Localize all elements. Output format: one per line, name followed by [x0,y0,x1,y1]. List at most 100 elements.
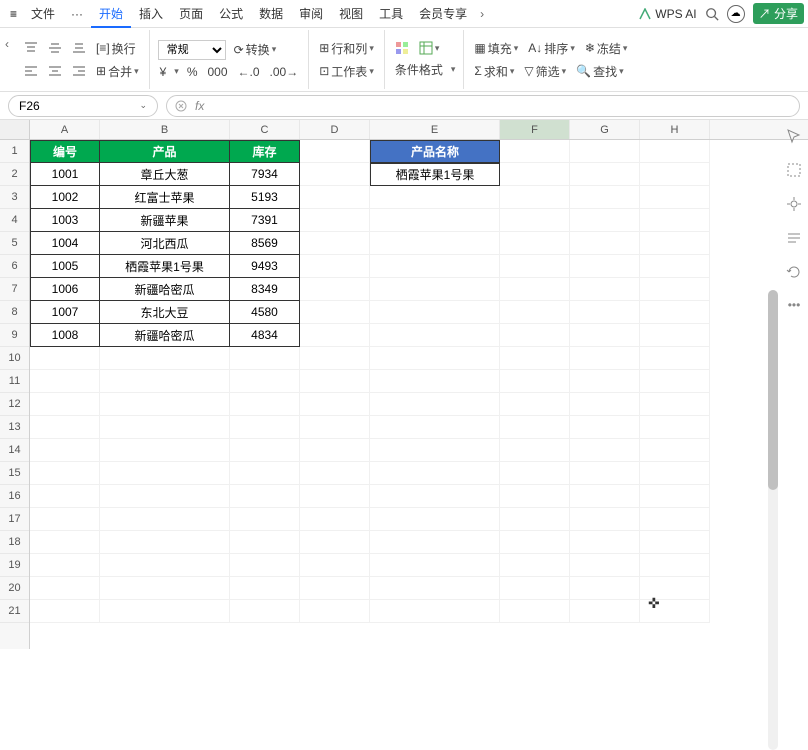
cell[interactable] [500,278,570,301]
cell[interactable] [230,393,300,416]
cell[interactable] [300,554,370,577]
tab-tools[interactable]: 工具 [371,0,411,28]
cell[interactable]: 1004 [30,232,100,255]
cell[interactable] [500,600,570,623]
cell[interactable] [570,278,640,301]
cell[interactable] [570,531,640,554]
select-all-corner[interactable] [0,120,29,140]
cell[interactable] [570,508,640,531]
percent-button[interactable]: % [185,64,200,80]
wps-ai-button[interactable]: WPS AI [639,7,696,21]
currency-button[interactable]: ¥ [158,64,169,80]
cell[interactable]: 4834 [230,324,300,347]
cell[interactable] [500,554,570,577]
fx-icon[interactable]: fx [195,99,204,113]
tab-start[interactable]: 开始 [91,0,131,28]
row-header[interactable]: 5 [0,232,29,255]
cell[interactable] [500,347,570,370]
tab-formula[interactable]: 公式 [211,0,251,28]
cell[interactable] [370,485,500,508]
worksheet-button[interactable]: ⊡ 工作表 ▾ [317,62,376,81]
cell[interactable] [300,163,370,186]
convert-button[interactable]: ⟳ 转换 ▾ [232,40,279,59]
fill-button[interactable]: ▦ 填充 ▾ [472,39,520,58]
share-button[interactable]: ↗ 分享 [753,3,804,24]
cell[interactable] [300,462,370,485]
cell[interactable] [640,531,710,554]
tab-review[interactable]: 审阅 [291,0,331,28]
cell[interactable] [100,485,230,508]
cell-style-icon[interactable] [393,40,411,56]
search-icon[interactable] [705,7,719,21]
column-header[interactable]: B [100,120,230,139]
cell[interactable] [570,140,640,163]
cell[interactable] [570,232,640,255]
cell[interactable] [230,508,300,531]
row-header[interactable]: 9 [0,324,29,347]
cell[interactable] [570,577,640,600]
cell[interactable] [100,531,230,554]
cell[interactable] [570,186,640,209]
cell[interactable] [300,531,370,554]
cell[interactable] [230,554,300,577]
cell[interactable] [300,324,370,347]
rows-cols-button[interactable]: ⊞ 行和列 ▾ [317,39,376,58]
merge-cells-button[interactable]: ⊞ 合并 ▾ [94,62,141,81]
cell[interactable] [500,416,570,439]
cursor-tool-icon[interactable] [786,128,802,144]
cell[interactable] [370,416,500,439]
cell[interactable] [100,577,230,600]
select-tool-icon[interactable] [786,162,802,178]
cell[interactable] [370,301,500,324]
cell[interactable] [370,577,500,600]
cell[interactable] [570,255,640,278]
cell[interactable] [500,485,570,508]
cell[interactable] [300,278,370,301]
tab-insert[interactable]: 插入 [131,0,171,28]
cell[interactable] [300,600,370,623]
cell[interactable] [300,301,370,324]
cell[interactable] [500,577,570,600]
cell[interactable] [30,439,100,462]
cell[interactable] [100,393,230,416]
row-header[interactable]: 19 [0,554,29,577]
filter-button[interactable]: ▽ 筛选 ▾ [522,62,568,81]
sum-button[interactable]: Σ 求和 ▾ [472,62,516,81]
cell[interactable] [300,209,370,232]
cell[interactable] [640,232,710,255]
cell[interactable] [640,577,710,600]
cell[interactable]: 栖霞苹果1号果 [100,255,230,278]
cell[interactable] [370,462,500,485]
row-header[interactable]: 15 [0,462,29,485]
row-header[interactable]: 13 [0,416,29,439]
cell[interactable] [570,393,640,416]
row-header[interactable]: 11 [0,370,29,393]
row-header[interactable]: 10 [0,347,29,370]
row-header[interactable]: 14 [0,439,29,462]
cell[interactable]: 5193 [230,186,300,209]
tab-view[interactable]: 视图 [331,0,371,28]
cell[interactable] [100,347,230,370]
cell[interactable] [500,370,570,393]
cell[interactable] [230,462,300,485]
cell[interactable] [370,209,500,232]
row-header[interactable]: 18 [0,531,29,554]
cell[interactable] [570,370,640,393]
column-header[interactable]: G [570,120,640,139]
ribbon-scroll-left[interactable]: ‹ [0,30,14,58]
cell[interactable]: 编号 [30,140,100,163]
cell[interactable] [370,347,500,370]
increase-decimal-button[interactable]: .00→ [268,64,301,80]
tab-vip[interactable]: 会员专享 [411,0,475,28]
vertical-scrollbar[interactable] [768,290,778,750]
cell[interactable] [570,347,640,370]
cell[interactable] [30,370,100,393]
sort-button[interactable]: A↓ 排序 ▾ [526,39,577,58]
cell[interactable]: 1005 [30,255,100,278]
cell[interactable] [30,347,100,370]
cell[interactable] [300,347,370,370]
cell[interactable] [300,255,370,278]
cell[interactable] [640,485,710,508]
cell[interactable] [370,600,500,623]
cell[interactable] [370,278,500,301]
